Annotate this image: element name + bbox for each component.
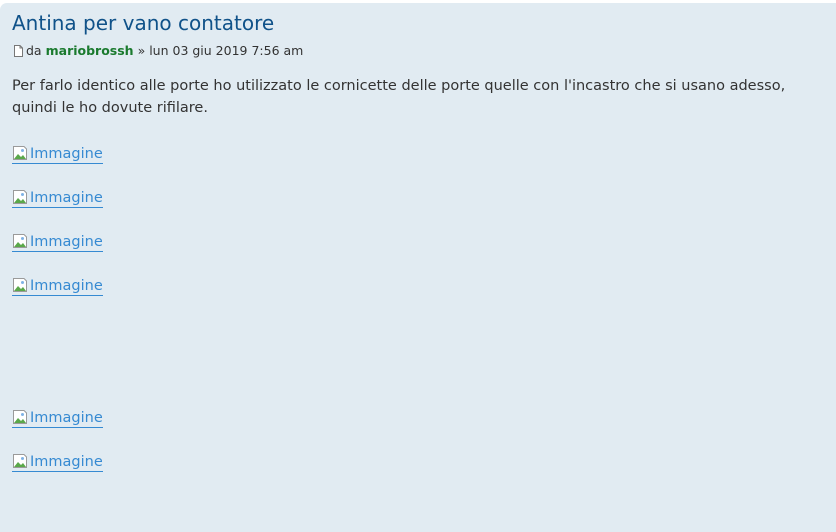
image-alt-text: Immagine <box>30 278 103 294</box>
broken-image-icon <box>13 190 27 204</box>
image-link[interactable]: Immagine <box>12 229 103 252</box>
post-meta: da mariobrossh » lun 03 giu 2019 7:56 am <box>13 43 303 58</box>
page-icon[interactable] <box>13 44 24 57</box>
image-link[interactable]: Immagine <box>12 185 103 208</box>
post-title[interactable]: Antina per vano contatore <box>12 11 274 35</box>
post-body-text: Per farlo identico alle porte ho utilizz… <box>12 78 786 116</box>
image-alt-text: Immagine <box>30 410 103 426</box>
post-date: » lun 03 giu 2019 7:56 am <box>134 43 304 58</box>
post-date-text: » lun 03 giu 2019 7:56 am <box>137 43 304 58</box>
broken-image-icon <box>13 278 27 292</box>
post-container: Antina per vano contatore da mariobrossh… <box>0 3 836 532</box>
broken-image-icon <box>13 410 27 424</box>
image-alt-text: Immagine <box>30 146 103 162</box>
broken-image-icon <box>13 234 27 248</box>
broken-image-icon <box>13 454 27 468</box>
image-link[interactable]: Immagine <box>12 449 103 472</box>
image-link[interactable]: Immagine <box>12 273 103 296</box>
image-link[interactable]: Immagine <box>12 405 103 428</box>
image-alt-text: Immagine <box>30 190 103 206</box>
post-by-prefix: da <box>26 43 42 58</box>
author-link[interactable]: mariobrossh <box>46 43 134 58</box>
image-link[interactable]: Immagine <box>12 141 103 164</box>
image-alt-text: Immagine <box>30 454 103 470</box>
image-alt-text: Immagine <box>30 234 103 250</box>
broken-image-icon <box>13 146 27 160</box>
